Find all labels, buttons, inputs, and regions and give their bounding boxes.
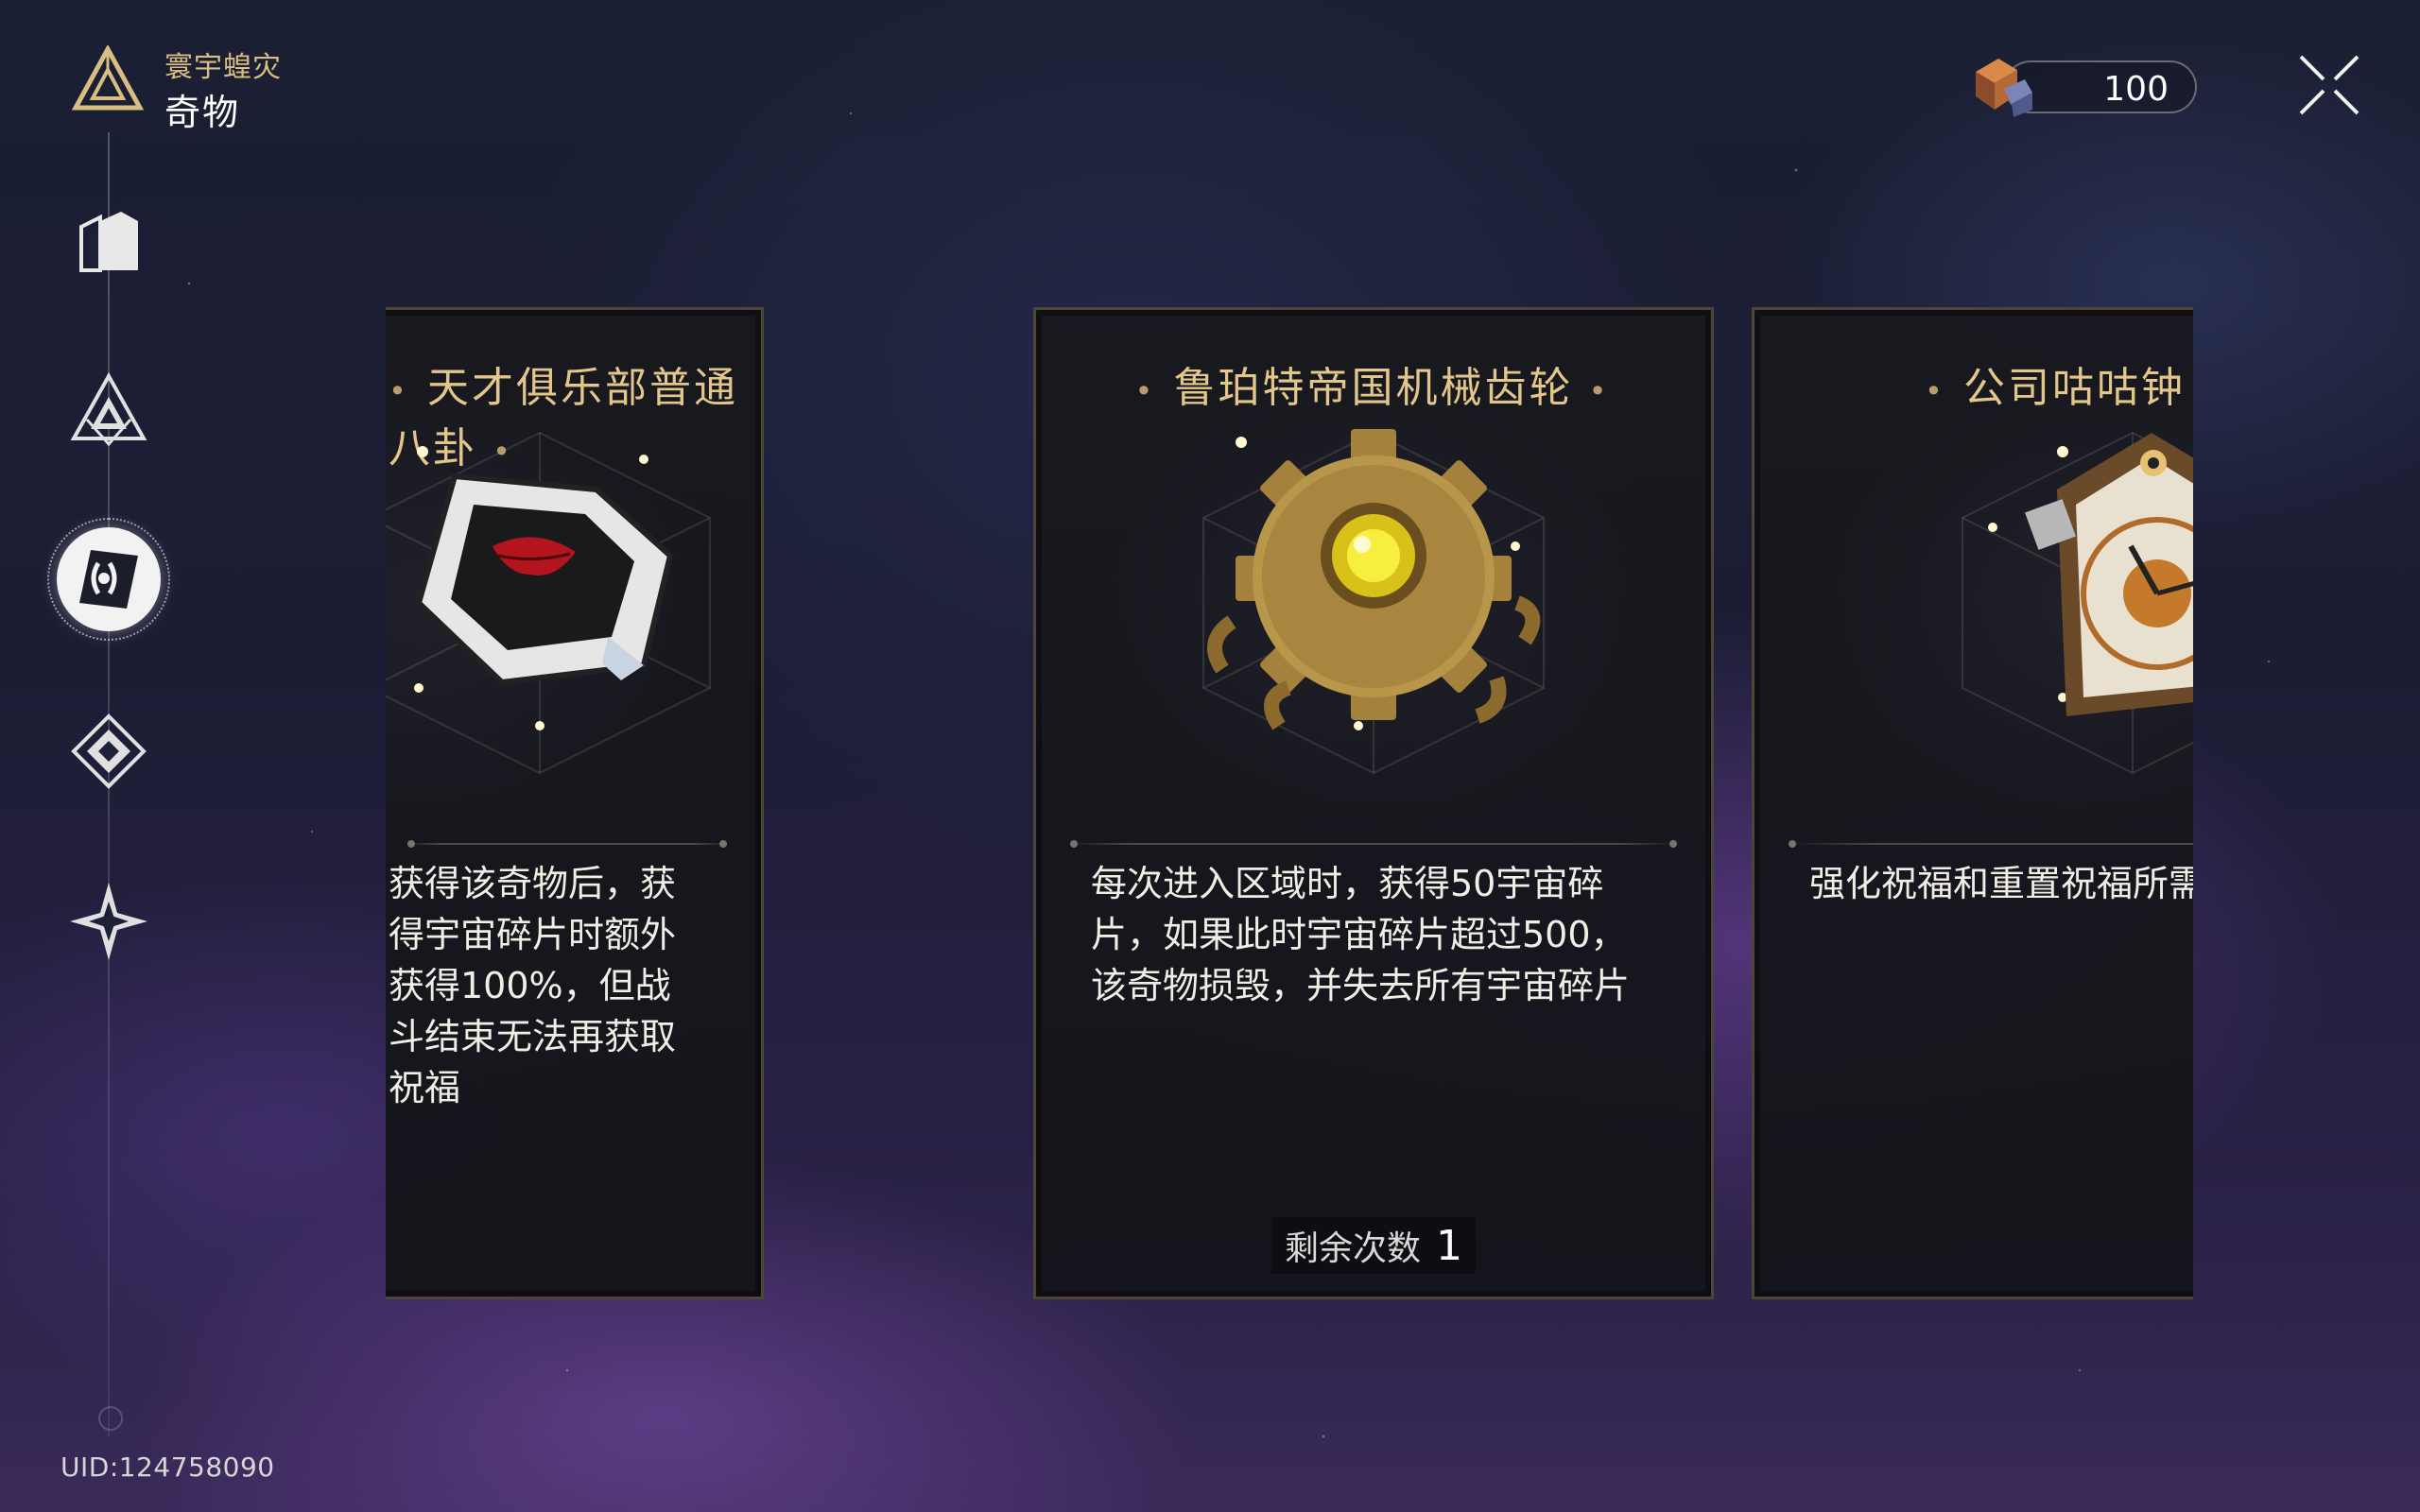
curio-card[interactable]: • 天才俱乐部普通八卦 • 获得该奇物后，获得宇宙碎片时额外获得100%，但战斗… bbox=[386, 307, 764, 1299]
curio-description: 每次进入区域时，获得50宇宙碎片，如果此时宇宙碎片超过500，该奇物损毁，并失去… bbox=[1091, 863, 1631, 1006]
active-ring bbox=[47, 518, 170, 641]
sidebar-item-library[interactable] bbox=[62, 195, 155, 287]
cosmic-fragment-counter: 100 bbox=[1966, 57, 2197, 117]
curio-card[interactable]: • 公司咕咕钟 强化祝福和重置祝福所需碎片数量提高25% bbox=[1752, 307, 2193, 1299]
card-divider bbox=[1789, 840, 2193, 848]
curio-card-carousel[interactable]: • 天才俱乐部普通八卦 • 获得该奇物后，获得宇宙碎片时额外获得100%，但战斗… bbox=[386, 307, 2193, 1304]
cosmic-fragment-icon bbox=[1976, 59, 2032, 117]
cuckoo-clock-art-icon bbox=[1962, 431, 2193, 775]
remaining-uses-value: 1 bbox=[1436, 1222, 1463, 1270]
curio-description: 获得该奇物后，获得宇宙碎片时额外获得100%，但战斗结束无法再获取祝福 bbox=[389, 863, 677, 1108]
sidebar-end-marker bbox=[98, 1406, 123, 1431]
gossip-sticker-art-icon bbox=[386, 431, 711, 775]
curio-description: 强化祝福和重置祝福所需碎片数量提高25% bbox=[1809, 863, 2193, 904]
sidebar-item-curio[interactable] bbox=[47, 518, 170, 641]
curio-name: 公司咕咕钟 bbox=[1963, 364, 2187, 412]
remaining-uses-label: 剩余次数 bbox=[1284, 1229, 1422, 1268]
curio-card[interactable]: • 鲁珀特帝国机械齿轮 • 每次进入区域时，获得50宇宙碎片，如果此时宇宙碎片超… bbox=[1033, 307, 1714, 1299]
card-divider bbox=[407, 840, 727, 848]
simulated-universe-logo-icon bbox=[72, 45, 144, 111]
mechanical-gear-art-icon bbox=[1202, 429, 1545, 775]
sidebar-item-blessing[interactable] bbox=[62, 705, 155, 798]
mode-subtitle: 寰宇蝗灾 bbox=[164, 51, 282, 84]
currency-value: 100 bbox=[2103, 70, 2169, 109]
sidebar-item-path[interactable] bbox=[62, 875, 155, 968]
curio-card-title: • 鲁珀特帝国机械齿轮 • bbox=[1134, 364, 1613, 412]
close-button[interactable] bbox=[2295, 51, 2363, 119]
diamond-emblem-icon bbox=[71, 713, 147, 789]
triangle-emblem-icon bbox=[70, 371, 147, 447]
star-emblem-icon bbox=[70, 883, 147, 960]
player-uid: UID:124758090 bbox=[60, 1452, 275, 1483]
remaining-uses: 剩余次数 1 bbox=[1270, 1217, 1477, 1274]
curio-name: 鲁珀特帝国机械齿轮 bbox=[1173, 364, 1574, 412]
page-title: 奇物 bbox=[164, 92, 241, 133]
curio-card-title: • 公司咕咕钟 bbox=[1925, 364, 2187, 412]
card-library-icon bbox=[79, 212, 138, 272]
card-divider bbox=[1070, 840, 1677, 848]
sidebar-item-emblem[interactable] bbox=[62, 365, 155, 457]
